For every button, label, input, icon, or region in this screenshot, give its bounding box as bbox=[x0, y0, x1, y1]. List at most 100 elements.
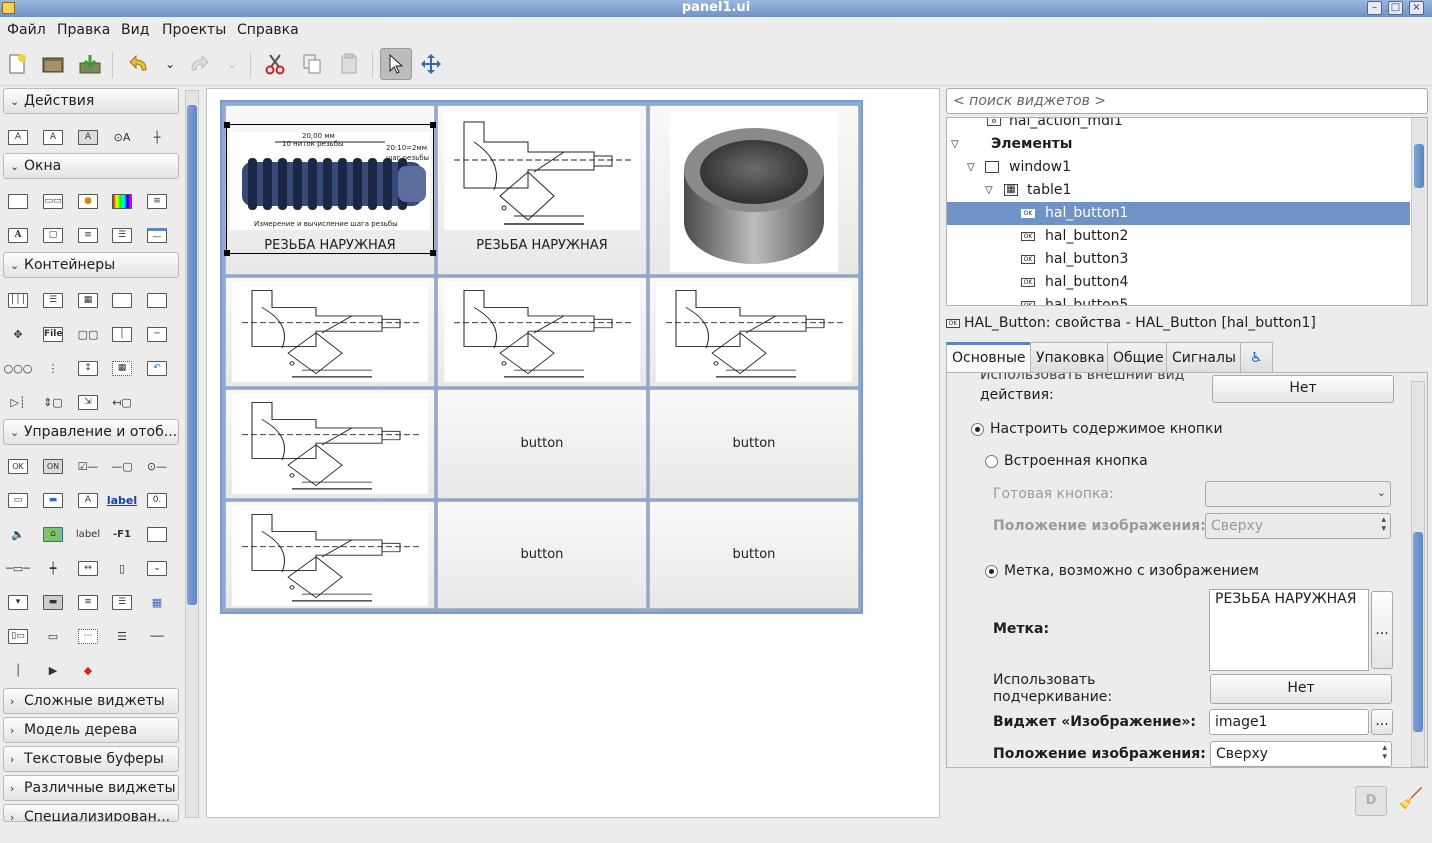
expander-icon[interactable]: ▽ bbox=[985, 179, 993, 202]
menu-projects[interactable]: Проекты bbox=[162, 22, 226, 38]
widget-icon[interactable]: ▶ bbox=[41, 660, 65, 680]
palette-group-control[interactable]: ⌄ Управление и отоб... bbox=[3, 419, 179, 445]
minimize-icon[interactable]: – bbox=[1367, 1, 1382, 15]
widget-icon[interactable]: 0. bbox=[145, 490, 169, 510]
undo-icon[interactable] bbox=[126, 51, 152, 77]
widget-icon[interactable]: ≡ bbox=[76, 592, 100, 612]
widget-icon[interactable]: ── bbox=[145, 626, 169, 646]
widget-icon[interactable]: A bbox=[76, 490, 100, 510]
palette-group-complex[interactable]: › Сложные виджеты bbox=[3, 688, 179, 714]
hal-button-cell[interactable] bbox=[437, 277, 647, 387]
menu-file[interactable]: Файл bbox=[7, 22, 46, 38]
tree-scrollbar[interactable] bbox=[1411, 118, 1427, 305]
widget-icon[interactable]: ↤▢ bbox=[110, 392, 134, 412]
widget-icon[interactable]: ON bbox=[41, 456, 65, 476]
widget-icon[interactable]: ─▭─ bbox=[6, 558, 30, 578]
palette-group-misc[interactable]: › Различные виджеты bbox=[3, 775, 179, 801]
tab-signals[interactable]: Сигналы bbox=[1166, 342, 1242, 372]
widget-icon[interactable]: ▬ bbox=[41, 490, 65, 510]
widget-icon[interactable]: label bbox=[107, 490, 137, 510]
widget-icon[interactable]: ⌂ bbox=[41, 524, 65, 544]
widget-icon[interactable]: ⇕▢ bbox=[41, 392, 65, 412]
widget-icon[interactable]: ↶ bbox=[145, 358, 169, 378]
palette-group-containers[interactable]: ⌄ Контейнеры bbox=[3, 252, 179, 278]
hal-button-cell[interactable] bbox=[649, 105, 859, 275]
hal-button-cell[interactable] bbox=[225, 389, 435, 499]
widget-icon[interactable]: 🔈 bbox=[6, 524, 30, 544]
widget-icon[interactable]: ⇲ bbox=[76, 392, 100, 412]
tree-row[interactable]: OK hal_button5 bbox=[947, 294, 1410, 305]
widget-icon[interactable]: ⋮ bbox=[41, 358, 65, 378]
tab-common[interactable]: Общие bbox=[1107, 342, 1170, 372]
tree-row[interactable]: OK hal_button2 bbox=[947, 225, 1410, 248]
menu-view[interactable]: Вид bbox=[121, 22, 149, 38]
widget-icon[interactable]: label bbox=[76, 524, 100, 544]
widget-icon[interactable]: ▬ bbox=[41, 592, 65, 612]
widget-icon[interactable]: ☑— bbox=[76, 456, 100, 476]
tree-row[interactable]: OK hal_button3 bbox=[947, 248, 1410, 271]
widget-icon[interactable]: ▷┊ bbox=[6, 392, 30, 412]
widget-icon[interactable]: │ bbox=[110, 324, 134, 344]
save-icon[interactable] bbox=[77, 51, 103, 77]
widget-icon[interactable]: ⋯ bbox=[76, 626, 100, 646]
accessibility-icon[interactable]: ♿ bbox=[1240, 342, 1273, 372]
properties-scrollbar[interactable] bbox=[1411, 381, 1425, 767]
palette-group-special[interactable]: › Специализирован... bbox=[3, 804, 179, 822]
widget-icon[interactable]: ┿ bbox=[41, 558, 65, 578]
widget-icon[interactable]: ○○○ bbox=[4, 358, 33, 378]
tree-row[interactable]: ▽ window1 bbox=[947, 156, 1410, 179]
widget-icon[interactable]: ☰ bbox=[110, 592, 134, 612]
hal-button-cell[interactable]: button bbox=[437, 501, 647, 609]
hal-button-cell[interactable] bbox=[225, 501, 435, 609]
open-icon[interactable] bbox=[40, 51, 66, 77]
widget-icon[interactable]: A bbox=[41, 127, 65, 147]
tree-row[interactable]: OK hal_button1 bbox=[947, 202, 1410, 225]
tree-row[interactable]: ▽ ▦ table1 bbox=[947, 179, 1410, 202]
underline-button[interactable]: Нет bbox=[1210, 674, 1392, 704]
hal-button-cell[interactable] bbox=[225, 277, 435, 387]
table-grid[interactable]: 20,00 мм 10 ниток резьбы 20:10=2мм шаг резь… bbox=[220, 100, 863, 614]
widget-icon[interactable]: │ bbox=[6, 660, 30, 680]
close-icon[interactable]: × bbox=[1409, 1, 1424, 15]
image-widget-ellipsis-button[interactable]: ... bbox=[1371, 709, 1393, 735]
hal-button-cell[interactable]: button bbox=[437, 389, 647, 499]
widget-icon[interactable]: ▢ bbox=[41, 225, 65, 245]
menu-edit[interactable]: Правка bbox=[57, 22, 110, 38]
widget-icon[interactable]: OK bbox=[6, 456, 30, 476]
hal-button-cell[interactable] bbox=[649, 277, 859, 387]
configure-content-radio[interactable] bbox=[971, 423, 984, 436]
widget-icon[interactable]: A bbox=[76, 127, 100, 147]
widget-icon[interactable]: ⌄ bbox=[145, 558, 169, 578]
tree-row[interactable]: OK hal_button4 bbox=[947, 271, 1410, 294]
undo-dropdown-icon[interactable]: ⌄ bbox=[157, 51, 183, 77]
widget-icon[interactable]: ↕ bbox=[76, 358, 100, 378]
widget-icon[interactable]: ▯ bbox=[110, 558, 134, 578]
widget-icon[interactable]: ≡ bbox=[145, 191, 169, 211]
widget-icon[interactable]: A bbox=[6, 225, 30, 245]
widget-icon[interactable]: ▦ bbox=[76, 290, 100, 310]
widget-icon[interactable]: │││ bbox=[6, 290, 30, 310]
widget-icon[interactable]: ─ bbox=[145, 324, 169, 344]
widget-icon[interactable]: ▭ bbox=[6, 490, 30, 510]
pointer-icon[interactable] bbox=[380, 48, 412, 80]
menu-help[interactable]: Справка bbox=[237, 22, 299, 38]
widget-icon[interactable]: ◆ bbox=[76, 660, 100, 680]
widget-icon[interactable]: ▭ bbox=[41, 626, 65, 646]
label-with-image-radio[interactable] bbox=[985, 565, 998, 578]
widget-icon[interactable]: ● bbox=[76, 191, 100, 211]
palette-group-actions[interactable]: ⌄ Действия bbox=[3, 88, 179, 114]
maximize-icon[interactable]: □ bbox=[1388, 1, 1403, 15]
widget-icon[interactable]: ▾ bbox=[6, 592, 30, 612]
copy-icon[interactable] bbox=[299, 51, 325, 77]
tree-row[interactable]: ▽ Элементы bbox=[947, 133, 1410, 156]
widget-icon[interactable]: -F1 bbox=[110, 524, 134, 544]
widget-icon[interactable]: ▢▢ bbox=[76, 324, 100, 344]
widget-icon[interactable]: ☰ bbox=[110, 225, 134, 245]
hal-button-cell[interactable]: РЕЗЬБА НАРУЖНАЯ bbox=[437, 105, 647, 275]
widget-icon[interactable]: ▯▭ bbox=[6, 626, 30, 646]
hal-button-cell[interactable]: button bbox=[649, 501, 859, 609]
widget-icon[interactable]: ▦ bbox=[145, 592, 169, 612]
image-widget-field[interactable]: image1 bbox=[1209, 709, 1369, 735]
label-ellipsis-button[interactable]: ... bbox=[1371, 591, 1393, 669]
clear-icon[interactable]: 🧹 bbox=[1396, 786, 1426, 816]
